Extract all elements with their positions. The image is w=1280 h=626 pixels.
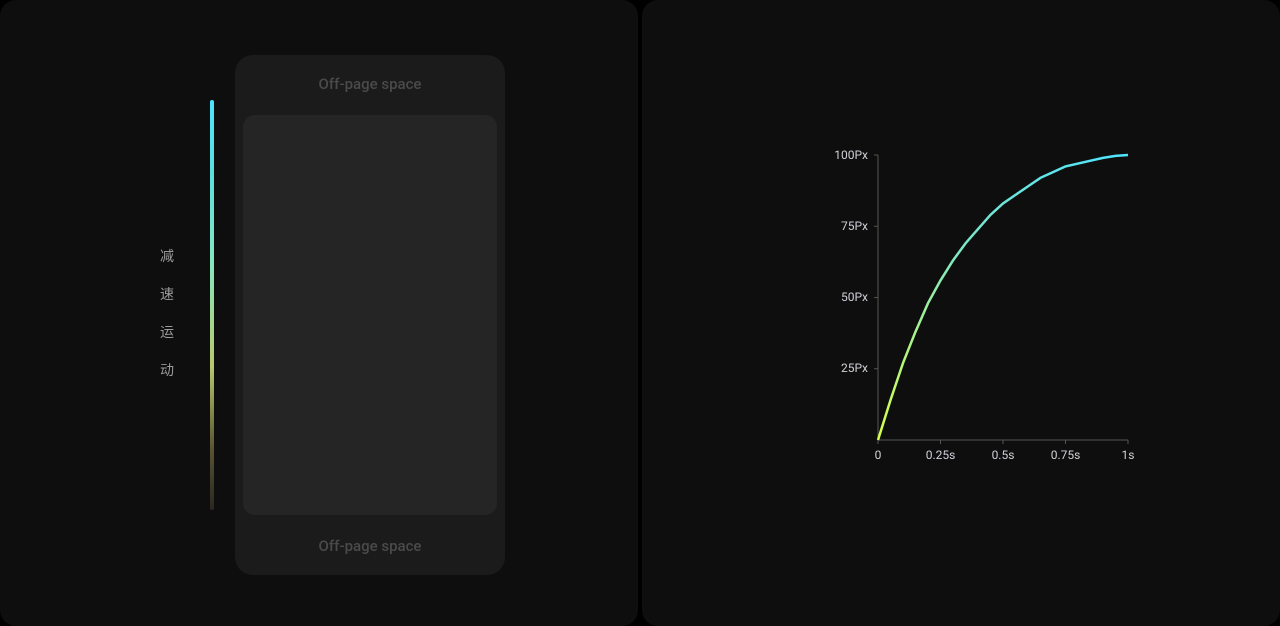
chart-svg: 100Px 75Px 50Px 25Px 0 0.25s 0.5s 0.75s … bbox=[838, 155, 1128, 485]
vlabel-char-0: 减 bbox=[160, 246, 176, 266]
phone-frame: Off-page space Off-page space bbox=[235, 55, 505, 575]
y-tick-label: 75Px bbox=[841, 219, 868, 233]
vertical-label: 减 速 运 动 bbox=[160, 246, 176, 380]
easing-curve-line bbox=[878, 155, 1128, 440]
x-tick-label: 0.5s bbox=[992, 448, 1015, 462]
y-tick-label: 50Px bbox=[841, 290, 868, 304]
x-tick-label: 0.25s bbox=[926, 448, 956, 462]
x-tick-label: 0 bbox=[875, 448, 882, 462]
gradient-bar-icon bbox=[210, 100, 214, 510]
x-tick-label: 0.75s bbox=[1051, 448, 1081, 462]
phone-screen bbox=[243, 115, 497, 515]
vlabel-char-3: 动 bbox=[160, 360, 176, 380]
y-tick-label: 25Px bbox=[841, 361, 868, 375]
vlabel-char-2: 运 bbox=[160, 322, 176, 342]
left-panel: 减 速 运 动 Off-page space Off-page space bbox=[0, 0, 638, 626]
vlabel-char-1: 速 bbox=[160, 284, 176, 304]
right-panel: 100Px 75Px 50Px 25Px 0 0.25s 0.5s 0.75s … bbox=[642, 0, 1280, 626]
y-tick-label: 100Px bbox=[834, 148, 868, 162]
x-tick-label: 1s bbox=[1122, 448, 1135, 462]
easing-chart: 100Px 75Px 50Px 25Px 0 0.25s 0.5s 0.75s … bbox=[838, 155, 1128, 485]
offpage-bottom-label: Off-page space bbox=[319, 537, 422, 555]
offpage-top-label: Off-page space bbox=[319, 75, 422, 93]
